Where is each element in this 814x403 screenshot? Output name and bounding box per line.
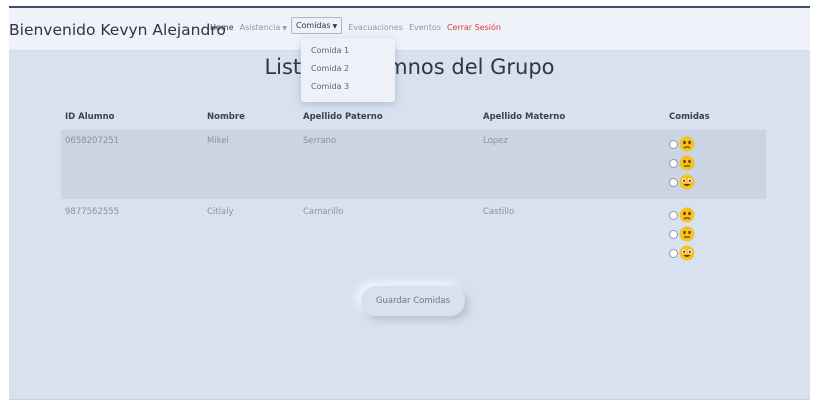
sad-face-icon [679,136,695,152]
header-apellido-paterno: Apellido Paterno [303,112,383,122]
radio-button[interactable] [669,210,678,220]
cell-nombre: Mikel [207,136,229,146]
comidas-dropdown-menu: Comida 1 Comida 2 Comida 3 [301,38,395,102]
meal-option-neutral [669,226,695,242]
happy-face-icon [679,245,695,261]
meal-option-happy [669,174,695,190]
header-id: ID Alumno [65,112,115,122]
meal-option-sad [669,207,695,223]
radio-button[interactable] [669,158,678,168]
header-apellido-materno: Apellido Materno [483,112,566,122]
dropdown-item-comida-1[interactable]: Comida 1 [301,42,395,60]
table-row: 9877562555 Citlaly Camarillo Castillo [61,201,766,270]
header-nombre: Nombre [207,112,245,122]
app-frame: Bienvenido Kevyn Alejandro Home Asistenc… [9,6,810,400]
nav-home[interactable]: Home [210,23,234,32]
meal-option-sad [669,136,695,152]
caret-down-icon: ▼ [282,25,287,32]
dropdown-item-comida-2[interactable]: Comida 2 [301,60,395,78]
nav-asistencia[interactable]: Asistencia ▼ [240,23,287,32]
nav-eventos[interactable]: Eventos [409,23,441,32]
happy-face-icon [679,174,695,190]
radio-button[interactable] [669,248,678,258]
meal-option-neutral [669,155,695,171]
radio-button[interactable] [669,229,678,239]
meal-option-happy [669,245,695,261]
nav-links: Home Asistencia ▼ Comidas ▼ Evacuaciones E… [210,17,507,34]
cell-apellido-materno: Lopez [483,136,508,146]
dropdown-item-comida-3[interactable]: Comida 3 [301,78,395,96]
table-header: ID Alumno Nombre Apellido Paterno Apelli… [61,112,766,128]
brand-title: Bienvenido Kevyn Alejandro [9,21,226,39]
page-title: Lista de Alumnos del Grupo [264,55,555,79]
radio-button[interactable] [669,139,678,149]
sad-face-icon [679,207,695,223]
nav-comidas-dropdown[interactable]: Comidas ▼ [290,17,343,34]
neutral-face-icon [679,155,695,171]
table-row: 0658207251 Mikel Serrano Lopez [61,130,766,199]
nav-logout[interactable]: Cerrar Sesión [447,23,501,32]
navbar: Bienvenido Kevyn Alejandro Home Asistenc… [9,8,810,50]
cell-id: 9877562555 [65,207,120,217]
cell-apellido-paterno: Camarillo [303,207,344,217]
nav-asistencia-label: Asistencia [239,23,281,32]
save-meals-button[interactable]: Guardar Comidas [361,286,465,316]
cell-id: 0658207251 [65,136,120,146]
radio-button[interactable] [669,177,678,187]
header-comidas: Comidas [669,112,710,122]
cell-apellido-paterno: Serrano [303,136,337,146]
cell-apellido-materno: Castillo [483,207,515,217]
cell-nombre: Citlaly [207,207,234,217]
nav-evacuaciones[interactable]: Evacuaciones [348,23,403,32]
nav-comidas-label: Comidas [295,21,331,30]
caret-down-icon: ▼ [332,23,338,30]
neutral-face-icon [679,226,695,242]
